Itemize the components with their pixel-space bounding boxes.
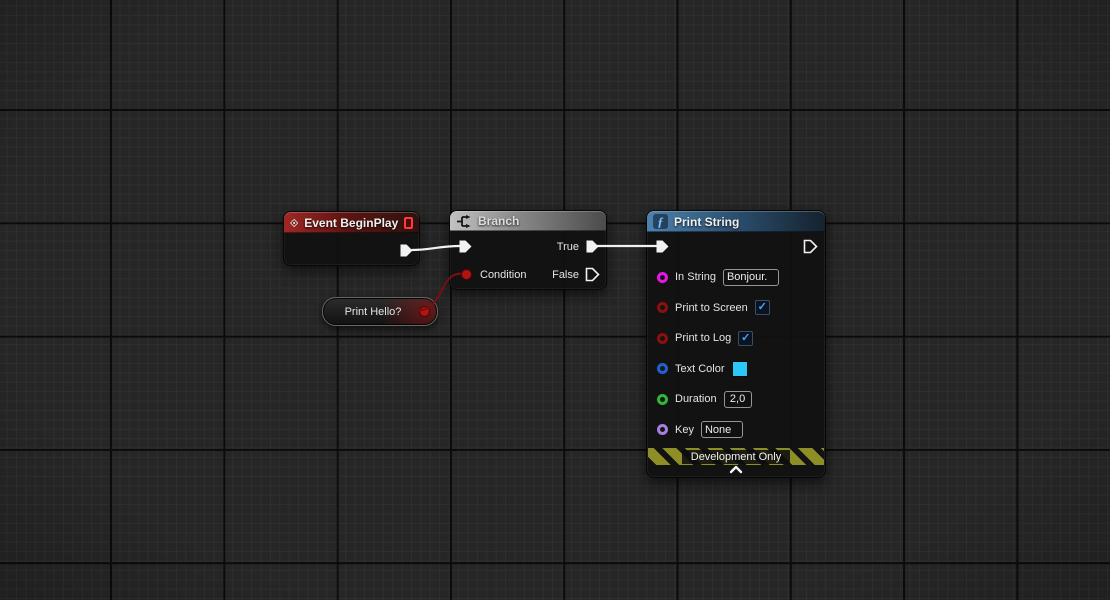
in-string-label: In String (675, 271, 716, 283)
collapse-chevron-icon[interactable] (728, 464, 744, 474)
exec-output-pin[interactable] (803, 239, 818, 254)
node-branch[interactable]: Branch True Condition False (449, 210, 607, 290)
branch-icon (456, 215, 472, 228)
development-only-label: Development Only (682, 450, 791, 464)
node-header[interactable]: Event BeginPlay (284, 212, 419, 233)
node-title: Branch (478, 214, 519, 228)
print-to-screen-label: Print to Screen (675, 302, 748, 314)
text-color-pin[interactable] (657, 363, 668, 374)
text-color-label: Text Color (675, 363, 725, 375)
print-to-screen-pin[interactable] (657, 302, 668, 313)
development-only-banner: Development Only (648, 448, 824, 465)
node-event-beginplay[interactable]: Event BeginPlay (283, 211, 420, 266)
key-pin[interactable] (657, 424, 668, 435)
print-to-log-pin[interactable] (657, 333, 668, 344)
node-title: Print String (674, 215, 739, 229)
condition-pin-label: Condition (480, 269, 526, 281)
duration-pin[interactable] (657, 394, 668, 405)
variable-label: Print Hello? (345, 306, 402, 318)
key-label: Key (675, 424, 694, 436)
print-to-screen-checkbox[interactable]: ✓ (755, 300, 770, 315)
graph-canvas[interactable] (0, 0, 1110, 600)
print-to-log-checkbox[interactable]: ✓ (738, 331, 753, 346)
pin-row-key: Key (647, 415, 825, 446)
exec-input-pin[interactable] (458, 239, 473, 254)
pin-row-duration: Duration (647, 384, 825, 415)
duration-label: Duration (675, 393, 717, 405)
node-print-string[interactable]: ƒ Print String In String Print to Screen… (646, 210, 826, 478)
exec-input-pin[interactable] (655, 239, 670, 254)
false-pin-label: False (552, 269, 579, 281)
pin-row-print-to-screen: Print to Screen ✓ (647, 293, 825, 324)
node-title: Event BeginPlay (304, 216, 398, 230)
in-string-input[interactable] (723, 269, 779, 286)
node-header[interactable]: ƒ Print String (647, 211, 825, 232)
in-string-pin[interactable] (657, 272, 668, 283)
blueprint-editor: Event BeginPlay Print Hello? Branch True (0, 0, 1110, 600)
text-color-swatch[interactable] (732, 361, 748, 377)
delegate-pin-icon[interactable] (404, 217, 413, 229)
node-header[interactable]: Branch (450, 211, 606, 231)
false-exec-output-pin[interactable] (585, 267, 600, 282)
pin-row-in-string: In String (647, 262, 825, 293)
event-diamond-icon (290, 216, 298, 230)
duration-input[interactable] (724, 391, 752, 408)
true-pin-label: True (557, 241, 579, 253)
pin-row-print-to-log: Print to Log ✓ (647, 323, 825, 354)
node-variable-print-hello[interactable]: Print Hello? (322, 297, 438, 326)
print-to-log-label: Print to Log (675, 332, 731, 344)
key-input[interactable] (701, 421, 743, 438)
pin-row-text-color: Text Color (647, 354, 825, 385)
function-icon: ƒ (653, 214, 668, 229)
condition-input-pin[interactable] (461, 269, 472, 280)
